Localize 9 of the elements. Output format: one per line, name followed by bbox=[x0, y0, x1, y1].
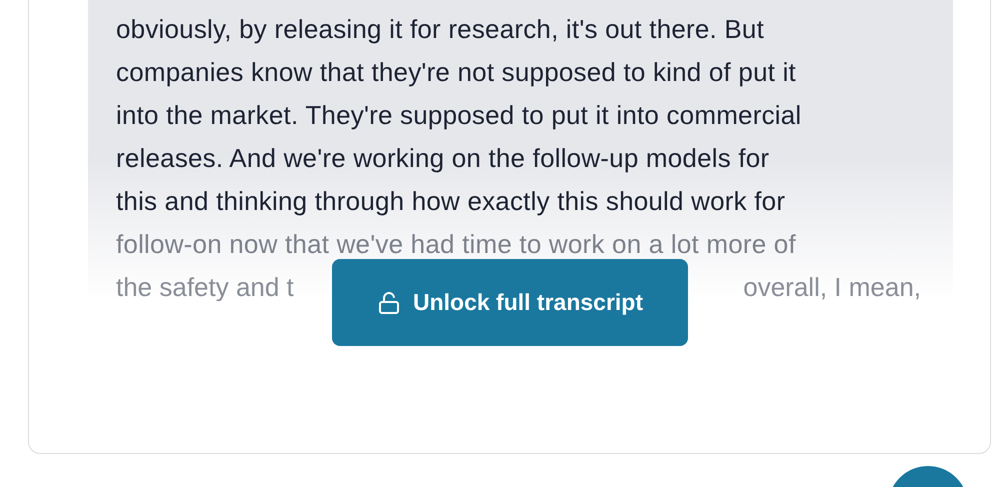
transcript-line: into the market. They're supposed to put it into commercial bbox=[116, 99, 802, 132]
unlock-button[interactable]: Unlock full transcript bbox=[332, 259, 688, 346]
transcript-line: overall, I mean, bbox=[743, 271, 921, 301]
transcript-line: companies know that they're not supposed to kind of put it bbox=[116, 56, 797, 89]
transcript-line: this and thinking through how exactly this should work for bbox=[116, 185, 786, 218]
transcript-line: obviously, by releasing it for research, it's out there. But bbox=[116, 13, 766, 46]
unlock-icon bbox=[376, 290, 401, 314]
transcript-line: follow-on now that we've had time to work on a lot more of bbox=[116, 228, 797, 261]
transcript-line: releases. And we're working on the follow-up models for bbox=[116, 142, 770, 175]
